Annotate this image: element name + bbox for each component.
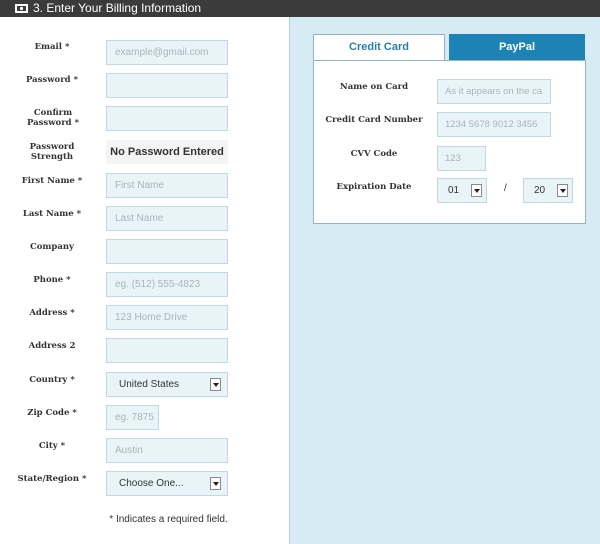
confirm-password-field[interactable] [106, 106, 228, 131]
card-number-label: Credit Card Number [325, 115, 423, 125]
expiration-year-value: 20 [534, 185, 546, 196]
chevron-down-icon[interactable] [557, 184, 568, 197]
country-label: Country * [29, 375, 75, 385]
tab-paypal[interactable]: PayPal [449, 34, 585, 60]
address-label: Address * [29, 308, 75, 318]
expiration-separator: / [504, 183, 507, 194]
country-select[interactable]: United States [106, 372, 228, 397]
company-field[interactable] [106, 239, 228, 264]
cvv-label: CVV Code [350, 149, 398, 159]
password-label: Password * [25, 75, 79, 85]
password-field[interactable] [106, 73, 228, 98]
payment-panel: Credit Card PayPal Name on Card As it ap… [290, 17, 600, 544]
state-selected-value: Choose One... [119, 478, 184, 489]
city-label: City * [38, 441, 66, 451]
section-title: 3. Enter Your Billing Information [33, 1, 202, 15]
expiration-month-select[interactable]: 01 [437, 178, 487, 203]
phone-label: Phone * [33, 275, 71, 285]
chevron-down-icon[interactable] [471, 184, 482, 197]
billing-form: Email * example@gmail.com Password * Con… [0, 17, 290, 544]
section-header: 3. Enter Your Billing Information [0, 0, 600, 17]
expiration-year-select[interactable]: 20 [523, 178, 573, 203]
phone-field[interactable]: eg. (512) 555-4823 [106, 272, 228, 297]
expiration-label: Expiration Date [336, 182, 412, 192]
email-field[interactable]: example@gmail.com [106, 40, 228, 65]
required-note: * Indicates a required field. [109, 514, 228, 525]
address2-field[interactable] [106, 338, 228, 363]
address-field[interactable]: 123 Home Drive [106, 305, 228, 330]
email-label: Email * [34, 42, 70, 52]
chevron-down-icon[interactable] [210, 477, 221, 490]
chevron-down-icon[interactable] [210, 378, 221, 391]
country-selected-value: United States [119, 379, 180, 390]
credit-card-icon [15, 4, 28, 13]
company-label: Company [30, 242, 74, 252]
tab-credit-card[interactable]: Credit Card [313, 34, 445, 60]
expiration-month-value: 01 [448, 185, 460, 196]
name-on-card-field[interactable]: As it appears on the ca [437, 79, 551, 104]
credit-card-form: Name on Card As it appears on the ca Cre… [313, 60, 586, 224]
state-label: State/Region * [17, 474, 87, 484]
first-name-label: First Name * [21, 176, 83, 186]
address2-label: Address 2 [28, 341, 76, 351]
password-strength-label: Password Strength [29, 142, 75, 162]
last-name-label: Last Name * [22, 209, 82, 219]
card-number-field[interactable]: 1234 5678 9012 3456 [437, 112, 551, 137]
confirm-password-label: Confirm Password * [26, 108, 80, 128]
cvv-field[interactable]: 123 [437, 146, 486, 171]
password-strength-value: No Password Entered [106, 140, 228, 164]
zip-field[interactable]: eg. 7875 [106, 405, 159, 430]
last-name-field[interactable]: Last Name [106, 206, 228, 231]
zip-label: Zip Code * [27, 408, 77, 418]
first-name-field[interactable]: First Name [106, 173, 228, 198]
name-on-card-label: Name on Card [339, 82, 409, 92]
state-select[interactable]: Choose One... [106, 471, 228, 496]
city-field[interactable]: Austin [106, 438, 228, 463]
